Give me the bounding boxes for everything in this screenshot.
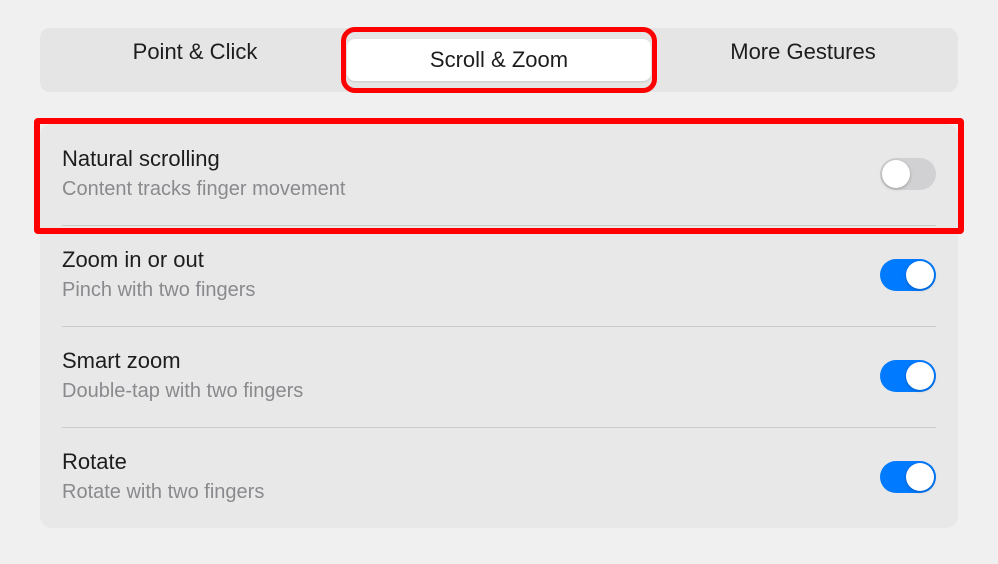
tab-label: Scroll & Zoom (430, 47, 568, 72)
setting-text: Smart zoom Double-tap with two fingers (62, 348, 303, 403)
setting-subtitle: Content tracks finger movement (62, 178, 345, 201)
tab-label: Point & Click (133, 39, 258, 64)
setting-title: Zoom in or out (62, 247, 255, 273)
toggle-zoom-in-out[interactable] (880, 259, 936, 291)
tab-scroll-zoom[interactable]: Scroll & Zoom (347, 31, 651, 89)
tab-point-click[interactable]: Point & Click (43, 31, 347, 89)
toggle-knob (906, 261, 934, 289)
tab-label: More Gestures (730, 39, 876, 64)
toggle-knob (882, 160, 910, 188)
setting-text: Rotate Rotate with two fingers (62, 449, 264, 504)
tab-more-gestures[interactable]: More Gestures (651, 31, 955, 89)
settings-panel: Natural scrolling Content tracks finger … (40, 124, 958, 528)
toggle-rotate[interactable] (880, 461, 936, 493)
toggle-smart-zoom[interactable] (880, 360, 936, 392)
setting-subtitle: Rotate with two fingers (62, 481, 264, 504)
setting-subtitle: Double-tap with two fingers (62, 380, 303, 403)
setting-rotate: Rotate Rotate with two fingers (40, 427, 958, 528)
setting-text: Zoom in or out Pinch with two fingers (62, 247, 255, 302)
setting-subtitle: Pinch with two fingers (62, 279, 255, 302)
setting-title: Natural scrolling (62, 146, 345, 172)
setting-smart-zoom: Smart zoom Double-tap with two fingers (40, 326, 958, 427)
tab-bar: Point & Click Scroll & Zoom More Gesture… (40, 28, 958, 92)
setting-text: Natural scrolling Content tracks finger … (62, 146, 345, 201)
toggle-knob (906, 362, 934, 390)
setting-title: Rotate (62, 449, 264, 475)
toggle-knob (906, 463, 934, 491)
setting-title: Smart zoom (62, 348, 303, 374)
setting-natural-scrolling: Natural scrolling Content tracks finger … (40, 124, 958, 225)
setting-zoom-in-out: Zoom in or out Pinch with two fingers (40, 225, 958, 326)
toggle-natural-scrolling[interactable] (880, 158, 936, 190)
